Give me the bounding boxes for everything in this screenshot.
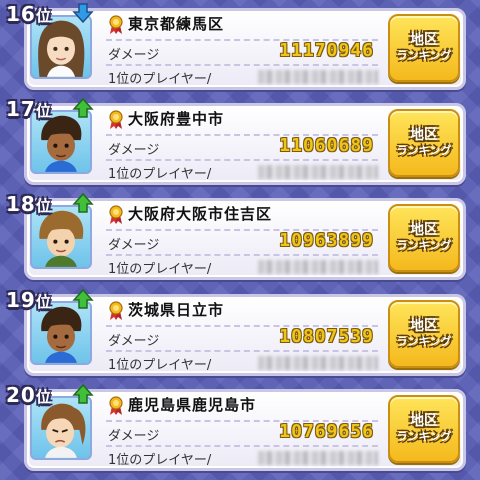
rank-number: 18位 [6,192,52,216]
medal-icon [109,110,123,129]
ranking-row: 18位 大阪府大阪市住吉区 ダメージ 10963899 1位のプレイヤー/ 地区… [0,190,480,286]
medal-icon [109,205,123,224]
rank-number: 16位 [6,2,52,26]
damage-value: 11060689 [279,135,374,156]
top-player-label: 1位のプレイヤー/ [108,358,212,373]
region-ranking-button[interactable]: 地区 ランキング [388,395,460,463]
rank-number: 17位 [6,97,52,121]
region-ranking-button[interactable]: 地区 ランキング [388,204,460,272]
region-ranking-button[interactable]: 地区 ランキング [388,109,460,177]
ranking-row: 20位 鹿児島県鹿児島市 ダメージ 10769656 1位のプレイヤー/ 地区 … [0,381,480,477]
ranking-row: 19位 茨城県日立市 ダメージ 10807539 1位のプレイヤー/ 地区 ラン… [0,286,480,382]
medal-icon [109,15,123,34]
top-player-label: 1位のプレイヤー/ [108,167,212,182]
damage-value: 10769656 [279,421,374,442]
region-name: 大阪府大阪市住吉区 [128,205,273,223]
damage-value: 10807539 [279,326,374,347]
region-name: 大阪府豊中市 [128,110,225,128]
region-name: 鹿児島県鹿児島市 [128,396,257,414]
region-ranking-button[interactable]: 地区 ランキング [388,14,460,82]
divider [106,159,378,161]
rank-number: 20位 [6,383,52,407]
top-player-label: 1位のプレイヤー/ [108,72,212,87]
medal-icon [109,396,123,415]
rank-up-arrow-icon [72,383,94,404]
rank-up-arrow-icon [72,97,94,118]
medal-icon [109,301,123,320]
ranking-list: 16位 東京都練馬区 ダメージ 11170946 1位のプレイヤー/ 地区 ラン… [0,0,480,480]
player-name-blurred [258,451,378,465]
damage-label: ダメージ [108,429,160,444]
region-name: 東京都練馬区 [128,15,225,33]
divider [106,350,378,352]
top-player-label: 1位のプレイヤー/ [108,262,212,277]
ranking-row: 16位 東京都練馬区 ダメージ 11170946 1位のプレイヤー/ 地区 ラン… [0,0,480,96]
player-name-blurred [258,70,378,84]
damage-label: ダメージ [108,48,160,63]
damage-label: ダメージ [108,334,160,349]
rank-up-arrow-icon [72,288,94,309]
rank-number: 19位 [6,288,52,312]
rank-up-arrow-icon [72,192,94,213]
region-ranking-button[interactable]: 地区 ランキング [388,300,460,368]
damage-value: 11170946 [279,40,374,61]
divider [106,254,378,256]
region-name: 茨城県日立市 [128,301,225,319]
divider [106,445,378,447]
divider [106,64,378,66]
player-name-blurred [258,165,378,179]
damage-label: ダメージ [108,238,160,253]
damage-value: 10963899 [279,230,374,251]
ranking-row: 17位 大阪府豊中市 ダメージ 11060689 1位のプレイヤー/ 地区 ラン… [0,95,480,191]
top-player-label: 1位のプレイヤー/ [108,453,212,468]
damage-label: ダメージ [108,143,160,158]
player-name-blurred [258,260,378,274]
rank-down-arrow-icon [72,3,94,24]
player-name-blurred [258,356,378,370]
